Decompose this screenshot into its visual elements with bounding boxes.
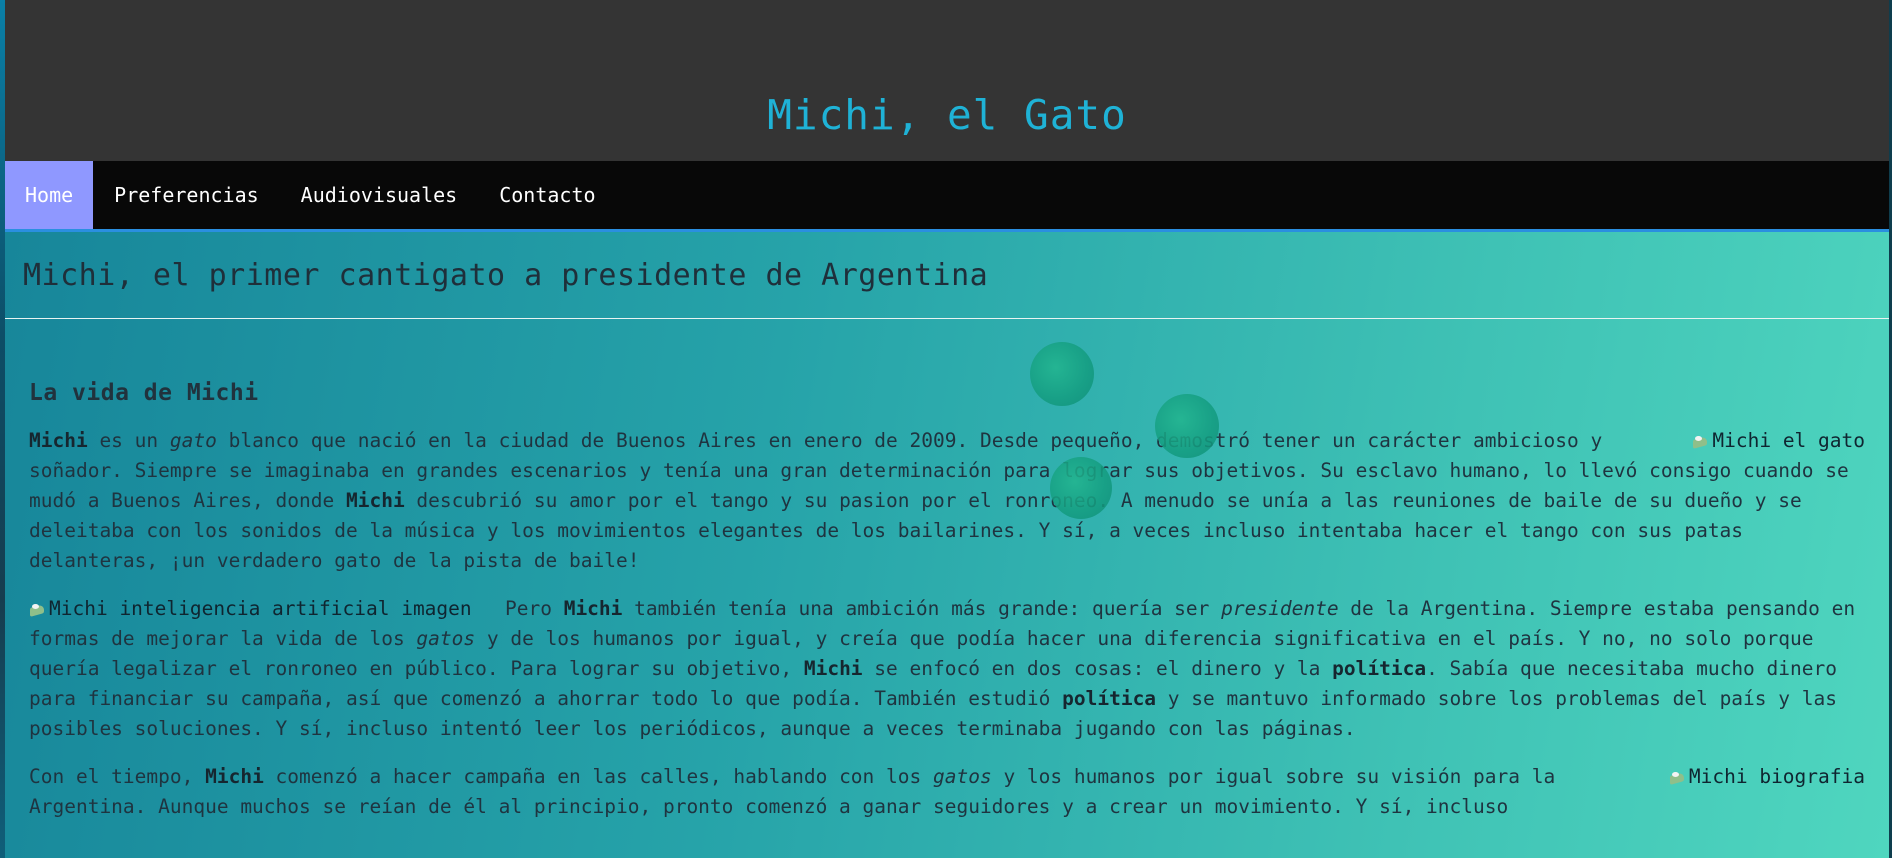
image-michi-ia: Michi inteligencia artificial imagen (29, 594, 481, 624)
main-nav: Home Preferencias Audiovisuales Contacto (5, 161, 1889, 232)
headline-bar: Michi, el primer cantigato a presidente … (5, 232, 1889, 319)
main-content: Michi, el primer cantigato a presidente … (5, 232, 1889, 858)
text: es un (87, 429, 170, 452)
bold-text: política (1332, 657, 1427, 680)
italic-text: gatos (416, 627, 476, 650)
page-headline: Michi, el primer cantigato a presidente … (23, 257, 989, 293)
section-title: La vida de Michi (29, 380, 259, 406)
bold-text: Michi (803, 657, 863, 680)
paragraph-2: Michi inteligencia artificial imagen Pero… (29, 594, 1865, 744)
broken-image-icon (1669, 770, 1687, 784)
web-page: Michi, el Gato Home Preferencias Audiovi… (5, 0, 1889, 858)
image-alt-text: Michi biografia (1688, 765, 1865, 788)
nav-item-preferencias[interactable]: Preferencias (93, 161, 280, 229)
bold-text: Michi (29, 429, 88, 452)
italic-text: presidente (1221, 597, 1339, 620)
italic-text: gatos (933, 765, 992, 788)
broken-image-icon (1692, 434, 1710, 448)
bold-text: Michi (345, 489, 405, 512)
nav-item-home[interactable]: Home (5, 161, 94, 229)
nav-item-contacto[interactable]: Contacto (478, 161, 616, 229)
decorative-bubble (1050, 457, 1112, 519)
bold-text: Michi (205, 765, 264, 788)
text: también tenía una ambición más grande: q… (622, 597, 1222, 620)
bold-text: Michi (563, 597, 623, 620)
site-header: Michi, el Gato (5, 0, 1889, 161)
text: Con el tiempo, (29, 765, 206, 788)
image-michi-biografia: Michi biografia (1669, 762, 1865, 792)
decorative-bubble (1030, 342, 1094, 406)
text: comenzó a hacer campaña en las calles, h… (263, 765, 933, 788)
paragraph-3: Michi biografia Con el tiempo, Michi come… (29, 762, 1865, 822)
bold-text: política (1062, 687, 1157, 710)
text: se enfocó en dos cosas: el dinero y la (862, 657, 1333, 680)
article: La vida de Michi Michi el gato Michi es u… (5, 319, 1889, 822)
text: Pero (505, 597, 564, 620)
broken-image-icon (29, 602, 47, 616)
italic-text: gato (169, 429, 217, 452)
site-title: Michi, el Gato (767, 91, 1127, 139)
decorative-bubble (1155, 394, 1219, 458)
nav-item-audiovisuales[interactable]: Audiovisuales (280, 161, 479, 229)
image-michi-el-gato: Michi el gato (1692, 426, 1865, 456)
paragraph-1: Michi el gato Michi es un gato blanco que… (29, 426, 1865, 576)
image-alt-text: Michi el gato (1712, 429, 1865, 452)
image-alt-text: Michi inteligencia artificial imagen (49, 597, 472, 620)
